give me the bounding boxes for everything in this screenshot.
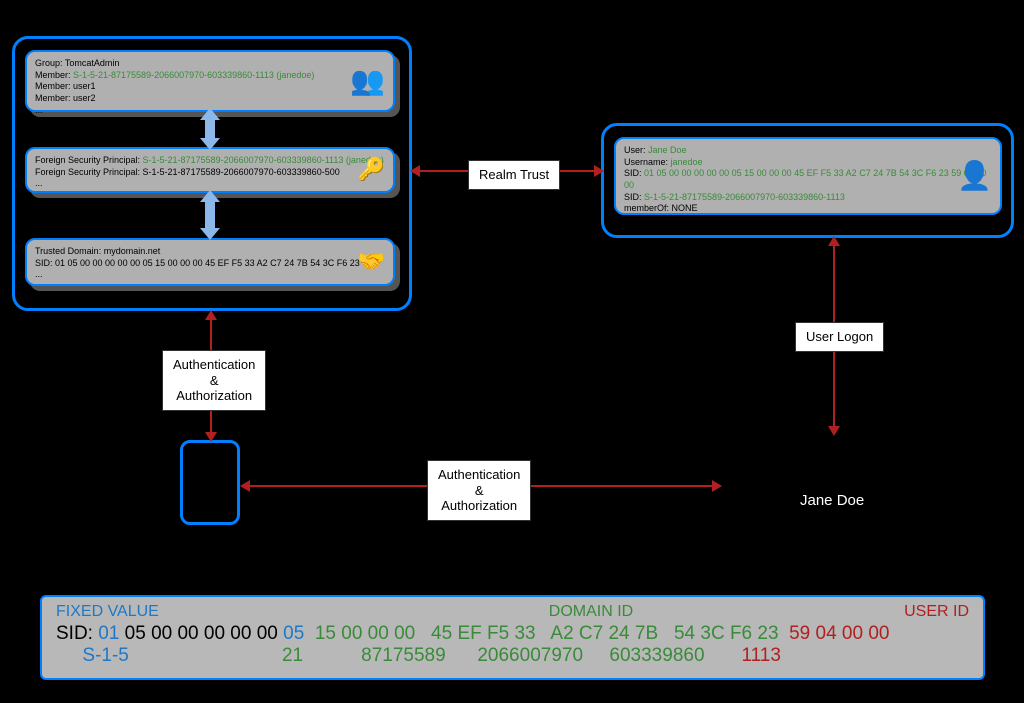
group-box: Group: TomcatAdmin Member: S-1-5-21-8717… <box>25 50 395 112</box>
sid-part: 01 <box>98 623 124 645</box>
domain-id-header: DOMAIN ID <box>366 603 816 621</box>
sid-part: 15 00 00 00 45 EF F5 33 A2 C7 24 7B 54 3… <box>315 623 789 645</box>
text: User: <box>624 145 648 155</box>
fixed-value-header: FIXED VALUE <box>56 603 366 621</box>
auth-label-bottom: Authentication & Authorization <box>427 460 531 521</box>
sid-breakdown-panel: FIXED VALUE DOMAIN ID USER ID SID: 01 05… <box>40 595 985 680</box>
text: SID: <box>624 192 644 202</box>
text: ... <box>35 269 43 279</box>
handshake-icon: 🤝 <box>358 248 385 277</box>
highlighted-sid: S-1-5-21-87175589-2066007970-603339860-1… <box>143 155 384 165</box>
highlighted: 01 05 00 00 00 00 00 05 15 00 00 00 45 E… <box>624 168 986 190</box>
text: Member: user2 <box>35 93 96 103</box>
text: memberOf: NONE <box>624 203 698 213</box>
link-arrow <box>205 118 215 140</box>
sid-part: 21 87175589 2066007970 603339860 <box>129 645 705 667</box>
text: Group: TomcatAdmin <box>35 58 119 68</box>
highlighted-sid: S-1-5-21-87175589-2066007970-603339860-1… <box>73 70 314 80</box>
people-icon: 👥 <box>350 63 385 99</box>
highlighted: S-1-5-21-87175589-2066007970-603339860-1… <box>644 192 845 202</box>
highlighted: Jane Doe <box>648 145 687 155</box>
text: Member: <box>35 70 73 80</box>
highlighted: janedoe <box>671 157 703 167</box>
auth-label-left: Authentication & Authorization <box>162 350 266 411</box>
text: ... <box>35 105 43 115</box>
link-arrow <box>205 200 215 230</box>
sid-part: 1113 <box>705 645 781 667</box>
text: SID: 01 05 00 00 00 00 00 05 15 00 00 00… <box>35 258 360 268</box>
text: SID: <box>624 168 644 178</box>
person-icon: 👤 <box>957 158 992 194</box>
sid-part: 05 <box>283 623 315 645</box>
user-id-header: USER ID <box>816 603 969 621</box>
server-box <box>180 440 240 525</box>
sid-prefix: SID: <box>56 623 98 645</box>
trust-box: Trusted Domain: mydomain.net SID: 01 05 … <box>25 238 395 286</box>
sid-part: S-1-5 <box>56 645 129 667</box>
realm-trust-label: Realm Trust <box>468 160 560 190</box>
text: ... <box>35 178 43 188</box>
keys-icon: 🔑 <box>358 156 385 185</box>
text: Foreign Security Principal: S-1-5-21-871… <box>35 167 340 177</box>
text: Trusted Domain: mydomain.net <box>35 246 160 256</box>
sid-part: 05 00 00 00 00 00 <box>125 623 283 645</box>
user-logon-label: User Logon <box>795 322 884 352</box>
user-box: User: Jane Doe Username: janedoe SID: 01… <box>614 137 1002 215</box>
fsp-box: Foreign Security Principal: S-1-5-21-871… <box>25 147 395 193</box>
text: Foreign Security Principal: <box>35 155 143 165</box>
text: Username: <box>624 157 671 167</box>
text: Member: user1 <box>35 81 96 91</box>
sid-part: 59 04 00 00 <box>789 623 889 645</box>
jane-doe-label: Jane Doe <box>800 492 864 509</box>
